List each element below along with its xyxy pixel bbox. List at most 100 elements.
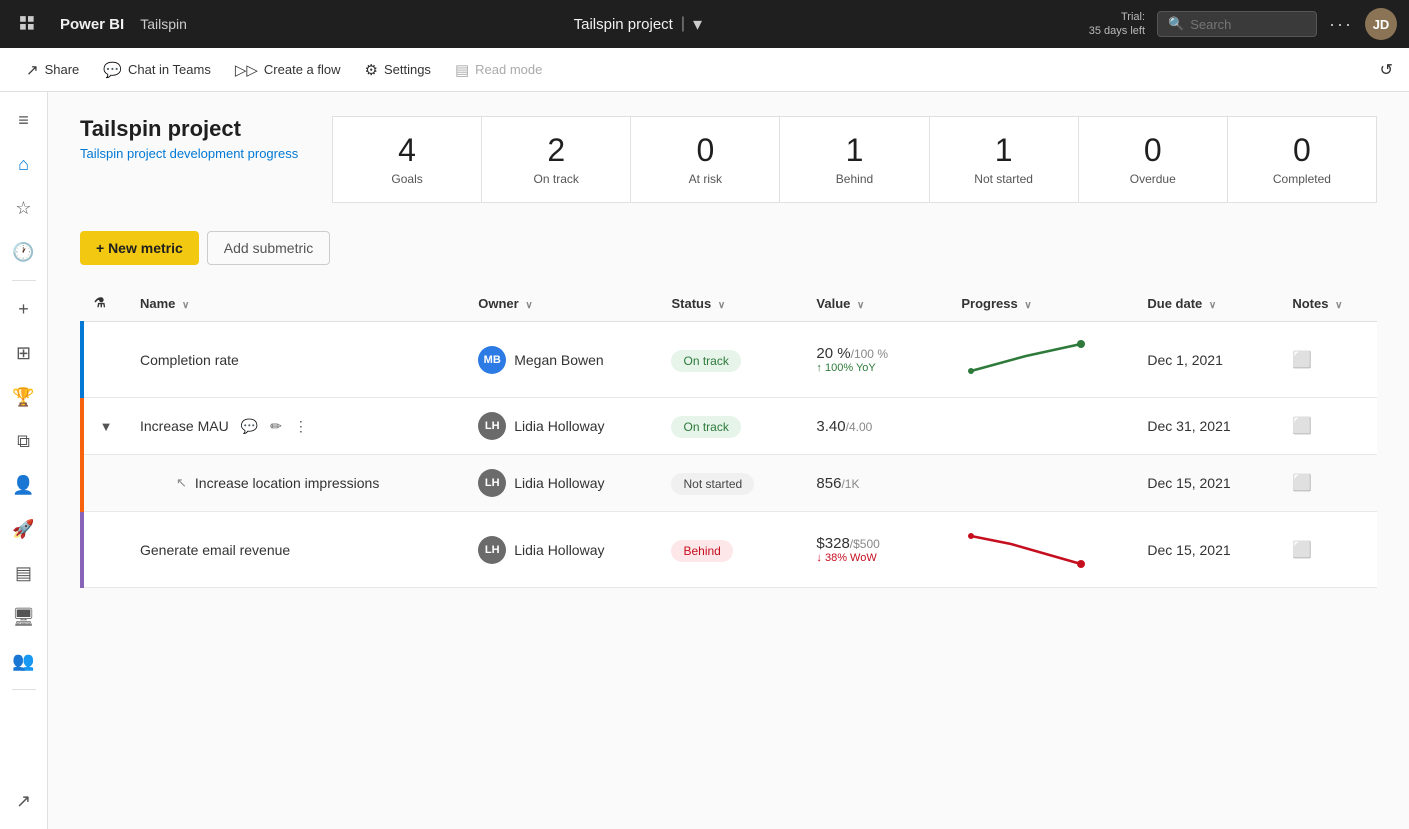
th-status[interactable]: Status ∨ bbox=[659, 285, 804, 322]
th-value[interactable]: Value ∨ bbox=[804, 285, 949, 322]
main-layout: ≡ ⌂ ☆ 🕐 + ⊞ 🏆 ⧉ 👤 🚀 ▤ 🖥 👥 ↗ Tailspin pro… bbox=[0, 92, 1409, 829]
row-notes-cell[interactable]: ⬜ bbox=[1280, 455, 1377, 512]
owner-avatar: MB bbox=[478, 346, 506, 374]
nav-favorites[interactable]: ☆ bbox=[4, 188, 44, 228]
owner-name: Lidia Holloway bbox=[514, 542, 604, 558]
row-name-cell: Generate email revenue bbox=[128, 512, 466, 588]
table-row[interactable]: ↖ Increase location impressions LH Lidia… bbox=[82, 455, 1377, 512]
row-status-cell: Behind bbox=[659, 512, 804, 588]
row-expand-cell bbox=[82, 455, 128, 512]
nav-people[interactable]: 👤 bbox=[4, 465, 44, 505]
metrics-table: ⚗ Name ∨ Owner ∨ Status ∨ Va bbox=[80, 285, 1377, 588]
nav-create[interactable]: + bbox=[4, 289, 44, 329]
stat-number-ontrack: 2 bbox=[547, 133, 565, 168]
readmode-button[interactable]: ▤ Read mode bbox=[445, 55, 552, 85]
stat-card-ontrack[interactable]: 2 On track bbox=[481, 116, 630, 203]
nav-hamburger[interactable]: ≡ bbox=[4, 100, 44, 140]
stat-card-overdue[interactable]: 0 Overdue bbox=[1078, 116, 1227, 203]
row-more-button[interactable]: ⋮ bbox=[290, 416, 312, 437]
cursor-indicator: ↖ bbox=[176, 475, 187, 491]
row-notes-cell[interactable]: ⬜ bbox=[1280, 398, 1377, 455]
share-button[interactable]: ↗ Share bbox=[16, 55, 89, 85]
th-owner[interactable]: Owner ∨ bbox=[466, 285, 659, 322]
nav-admin[interactable]: 👥 bbox=[4, 641, 44, 681]
avatar[interactable]: JD bbox=[1365, 8, 1397, 40]
row-actions: 💬 ✏ ⋮ bbox=[237, 416, 312, 437]
nav-apps[interactable]: ⧉ bbox=[4, 421, 44, 461]
nav-goals[interactable]: 🏆 bbox=[4, 377, 44, 417]
row-owner-cell: LH Lidia Holloway bbox=[466, 455, 659, 512]
row-duedate-cell: Dec 31, 2021 bbox=[1135, 398, 1280, 455]
create-flow-button[interactable]: ▷▷ Create a flow bbox=[225, 55, 351, 85]
th-progress[interactable]: Progress ∨ bbox=[949, 285, 1135, 322]
owner-sort-icon: ∨ bbox=[525, 300, 532, 311]
stat-card-goals[interactable]: 4 Goals bbox=[332, 116, 481, 203]
row-edit-button[interactable]: ✏ bbox=[266, 416, 286, 437]
nav-browse[interactable]: ⊞ bbox=[4, 333, 44, 373]
stat-number-behind: 1 bbox=[846, 133, 864, 168]
th-duedate[interactable]: Due date ∨ bbox=[1135, 285, 1280, 322]
stat-label-goals: Goals bbox=[391, 172, 422, 186]
app-grid-button[interactable] bbox=[12, 8, 44, 40]
trial-info: Trial: 35 days left bbox=[1089, 10, 1145, 39]
stat-number-overdue: 0 bbox=[1144, 133, 1162, 168]
row-expand-cell: ▼ bbox=[82, 398, 128, 455]
row-name-cell: Completion rate bbox=[128, 322, 466, 398]
new-metric-button[interactable]: + New metric bbox=[80, 231, 199, 265]
stat-card-atrisk[interactable]: 0 At risk bbox=[630, 116, 779, 203]
nav-deployment[interactable]: 🚀 bbox=[4, 509, 44, 549]
row-progress-cell bbox=[949, 512, 1135, 588]
row-owner-cell: LH Lidia Holloway bbox=[466, 512, 659, 588]
stat-cards: 4 Goals 2 On track 0 At risk 1 Behind 1 bbox=[332, 116, 1377, 203]
stat-card-notstarted[interactable]: 1 Not started bbox=[929, 116, 1078, 203]
row-value-cell: 3.40/4.00 bbox=[804, 398, 949, 455]
table-row[interactable]: Completion rate MB Megan Bowen On track bbox=[82, 322, 1377, 398]
status-badge: On track bbox=[671, 350, 740, 372]
value-main: 856 bbox=[816, 475, 841, 492]
row-expand-cell bbox=[82, 322, 128, 398]
nav-external-link[interactable]: ↗ bbox=[4, 781, 44, 821]
settings-button[interactable]: ⚙ Settings bbox=[355, 55, 441, 85]
row-value-cell: 856/1K bbox=[804, 455, 949, 512]
table-row[interactable]: Generate email revenue LH Lidia Holloway… bbox=[82, 512, 1377, 588]
nav-data[interactable]: ▤ bbox=[4, 553, 44, 593]
more-options-button[interactable]: ··· bbox=[1329, 14, 1353, 35]
nav-monitor[interactable]: 🖥 bbox=[4, 597, 44, 637]
nav-recent[interactable]: 🕐 bbox=[4, 232, 44, 272]
stat-card-completed[interactable]: 0 Completed bbox=[1227, 116, 1377, 203]
flow-icon: ▷▷ bbox=[235, 61, 258, 79]
progress-sort-icon: ∨ bbox=[1024, 300, 1031, 311]
row-duedate-cell: Dec 1, 2021 bbox=[1135, 322, 1280, 398]
teams-icon: 💬 bbox=[103, 61, 122, 79]
row-comment-button[interactable]: 💬 bbox=[237, 416, 262, 437]
filter-icon[interactable]: ⚗ bbox=[94, 295, 106, 310]
row-notes-cell[interactable]: ⬜ bbox=[1280, 512, 1377, 588]
topbar-right: Trial: 35 days left 🔍 ··· JD bbox=[1089, 8, 1397, 40]
notes-icon: ⬜ bbox=[1292, 475, 1312, 492]
search-box[interactable]: 🔍 bbox=[1157, 11, 1317, 37]
search-input[interactable] bbox=[1190, 17, 1306, 32]
chat-teams-button[interactable]: 💬 Chat in Teams bbox=[93, 55, 221, 85]
add-submetric-button[interactable]: Add submetric bbox=[207, 231, 330, 265]
value-yoy: ↑ 100% YoY bbox=[816, 362, 937, 374]
row-notes-cell[interactable]: ⬜ bbox=[1280, 322, 1377, 398]
topbar-center: Tailspin project | ▾ bbox=[203, 14, 1073, 35]
stat-label-notstarted: Not started bbox=[974, 172, 1033, 186]
grid-icon bbox=[19, 15, 37, 33]
table-row[interactable]: ▼ Increase MAU 💬 ✏ ⋮ bbox=[82, 398, 1377, 455]
nav-home[interactable]: ⌂ bbox=[4, 144, 44, 184]
expand-button[interactable]: ▼ bbox=[96, 419, 116, 434]
value-main: $328 bbox=[816, 535, 849, 552]
row-owner-cell: LH Lidia Holloway bbox=[466, 398, 659, 455]
owner-avatar: LH bbox=[478, 469, 506, 497]
th-notes[interactable]: Notes ∨ bbox=[1280, 285, 1377, 322]
row-status-cell: On track bbox=[659, 322, 804, 398]
value-unit: /4.00 bbox=[846, 420, 873, 434]
stat-card-behind[interactable]: 1 Behind bbox=[779, 116, 928, 203]
duedate-sort-icon: ∨ bbox=[1209, 300, 1216, 311]
owner-name: Lidia Holloway bbox=[514, 418, 604, 434]
th-name[interactable]: Name ∨ bbox=[128, 285, 466, 322]
project-subtitle: Tailspin project development progress bbox=[80, 146, 300, 161]
project-dropdown-button[interactable]: ▾ bbox=[693, 14, 702, 35]
refresh-button[interactable]: ↺ bbox=[1380, 60, 1393, 80]
